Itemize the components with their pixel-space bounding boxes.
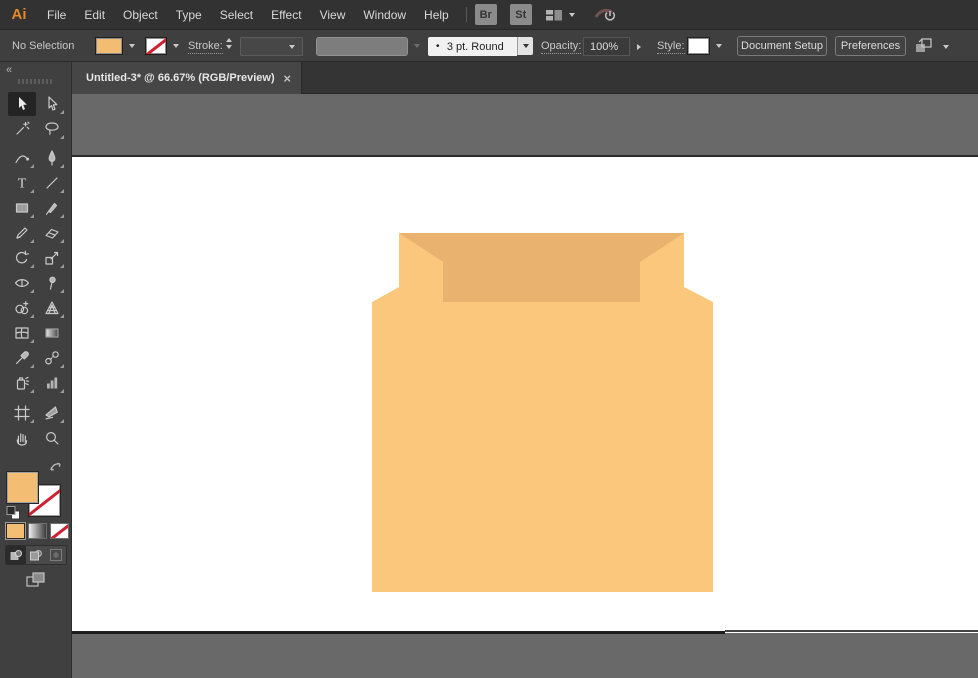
artboard-top-edge (72, 155, 978, 157)
opacity-field[interactable]: 100% (583, 37, 630, 56)
tab-close-icon[interactable]: × (283, 71, 291, 86)
illustrator-window: Ai File Edit Object Type Select Effect V… (0, 0, 978, 678)
menu-help[interactable]: Help (415, 0, 458, 30)
bridge-button[interactable]: Br (475, 4, 497, 25)
panel-collapse-icon[interactable]: « (6, 64, 12, 76)
drawing-mode-switcher (5, 545, 67, 565)
workspace-chevron-icon[interactable] (569, 13, 575, 17)
menu-view[interactable]: View (311, 0, 355, 30)
blend-tool[interactable] (38, 346, 66, 370)
menu-object[interactable]: Object (114, 0, 167, 30)
arrange-documents-chevron-icon[interactable] (938, 38, 953, 56)
brush-definition-value: 3 pt. Round (440, 41, 517, 53)
stroke-weight-stepper[interactable] (226, 38, 232, 49)
stock-button[interactable]: St (510, 4, 532, 25)
brush-preview-chevron-icon (409, 37, 424, 55)
type-tool[interactable]: T (8, 171, 36, 195)
document-tab-bar: Untitled-3* @ 66.67% (RGB/Preview) × (72, 62, 978, 94)
document-setup-button[interactable]: Document Setup (737, 36, 827, 56)
artboard-bottom-edge (72, 631, 725, 634)
preferences-button[interactable]: Preferences (835, 36, 906, 56)
draw-behind-button[interactable] (26, 546, 46, 564)
document-tab[interactable]: Untitled-3* @ 66.67% (RGB/Preview) × (72, 62, 302, 94)
column-graph-tool[interactable] (38, 371, 66, 395)
hand-tool[interactable] (8, 426, 36, 450)
stroke-color-swatch[interactable] (145, 37, 167, 55)
style-label[interactable]: Style: (657, 40, 685, 54)
menu-bar: Ai File Edit Object Type Select Effect V… (0, 0, 978, 30)
draw-inside-button[interactable] (46, 546, 66, 564)
curvature-tool[interactable] (8, 146, 36, 170)
stroke-weight-dropdown[interactable] (240, 37, 303, 56)
app-logo: Ai (0, 6, 38, 23)
gradient-mode-button[interactable] (28, 523, 47, 539)
pencil-tool[interactable] (8, 221, 36, 245)
brush-definition-dropdown[interactable]: • 3 pt. Round (428, 37, 517, 56)
zoom-tool[interactable] (38, 426, 66, 450)
width-tool[interactable] (8, 271, 36, 295)
eyedropper-tool[interactable] (8, 346, 36, 370)
panel-grip[interactable] (18, 79, 54, 84)
swap-fill-stroke-icon[interactable] (48, 460, 64, 479)
style-chevron-icon[interactable] (711, 37, 726, 55)
pen-tool[interactable] (38, 146, 66, 170)
menu-effect[interactable]: Effect (262, 0, 310, 30)
fill-indicator-swatch[interactable] (6, 471, 39, 504)
brush-preview-dropdown (316, 37, 408, 56)
selection-tool[interactable] (8, 92, 36, 116)
artboard-bottom-edge-right (725, 630, 978, 632)
style-swatch[interactable] (687, 37, 710, 55)
tools-panel: « T (0, 62, 72, 678)
color-mode-button[interactable] (6, 523, 25, 539)
mesh-tool[interactable] (8, 321, 36, 345)
arrange-documents-icon[interactable] (913, 36, 935, 59)
none-mode-button[interactable] (50, 523, 69, 539)
menu-edit[interactable]: Edit (75, 0, 114, 30)
stroke-chevron-icon[interactable] (168, 37, 183, 55)
eraser-tool[interactable] (38, 221, 66, 245)
line-segment-tool[interactable] (38, 171, 66, 195)
rectangle-tool[interactable] (8, 196, 36, 220)
menu-type[interactable]: Type (167, 0, 211, 30)
scale-tool[interactable] (38, 246, 66, 270)
direct-selection-tool[interactable] (38, 92, 66, 116)
menu-window[interactable]: Window (354, 0, 415, 30)
screen-mode-button[interactable] (24, 570, 48, 595)
brush-definition-chevron-icon[interactable] (517, 37, 533, 55)
menu-select[interactable]: Select (211, 0, 262, 30)
opacity-arrow-icon[interactable] (631, 37, 646, 56)
puppet-pin-tool[interactable] (38, 271, 66, 295)
paintbrush-tool[interactable] (38, 196, 66, 220)
artboard-tool[interactable] (8, 401, 36, 425)
opacity-label[interactable]: Opacity: (541, 40, 581, 54)
default-fill-stroke-icon[interactable] (5, 505, 21, 525)
rotate-tool[interactable] (8, 246, 36, 270)
stroke-label[interactable]: Stroke: (188, 40, 223, 54)
slice-tool[interactable] (38, 401, 66, 425)
menu-divider (466, 7, 467, 22)
fill-chevron-icon[interactable] (124, 37, 139, 55)
shape-builder-tool[interactable] (8, 296, 36, 320)
workspace-switcher-icon[interactable] (545, 7, 563, 23)
magic-wand-tool[interactable] (8, 117, 36, 141)
menu-file[interactable]: File (38, 0, 75, 30)
svg-text:T: T (18, 177, 27, 192)
selection-status: No Selection (12, 40, 74, 52)
sync-power-icon[interactable] (593, 5, 619, 25)
draw-normal-button[interactable] (6, 546, 26, 564)
fill-color-swatch[interactable] (95, 37, 123, 55)
control-bar: No Selection Stroke: • 3 pt. Round Opaci… (0, 31, 978, 62)
perspective-grid-tool[interactable] (38, 296, 66, 320)
lasso-tool[interactable] (38, 117, 66, 141)
document-tab-title: Untitled-3* @ 66.67% (RGB/Preview) (86, 72, 275, 84)
gradient-tool[interactable] (38, 321, 66, 345)
symbol-sprayer-tool[interactable] (8, 371, 36, 395)
